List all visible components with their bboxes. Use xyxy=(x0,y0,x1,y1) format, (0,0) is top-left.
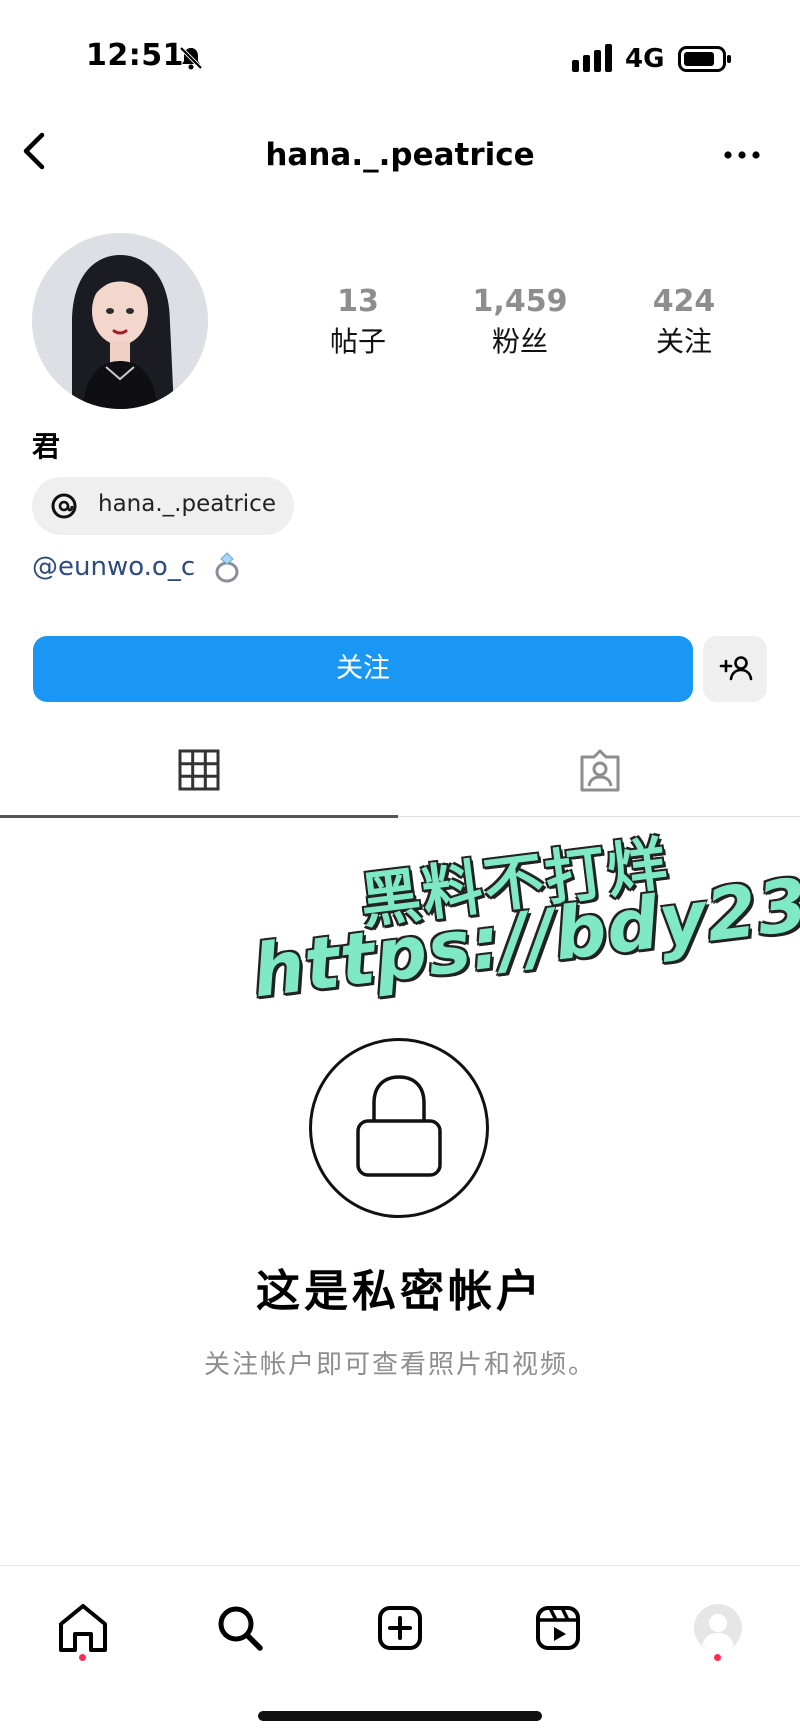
private-lock-badge xyxy=(309,1038,489,1218)
stat-posts-value: 13 xyxy=(337,284,379,319)
bottom-navigation xyxy=(0,1565,800,1735)
nav-reels[interactable] xyxy=(526,1596,590,1660)
reels-icon xyxy=(536,1606,580,1650)
display-name: 君 xyxy=(32,430,61,463)
ring-emoji-icon xyxy=(215,552,239,583)
nav-create[interactable] xyxy=(368,1596,432,1660)
private-account-title: 这是私密帐户 xyxy=(256,1266,544,1317)
bell-muted-icon xyxy=(179,46,203,70)
stat-posts[interactable]: 13 帖子 xyxy=(278,282,438,362)
header-username: hana._.peatrice xyxy=(265,137,535,173)
stat-posts-label: 帖子 xyxy=(329,325,386,358)
signal-icon xyxy=(572,44,612,72)
profile-avatar-icon xyxy=(694,1604,742,1652)
status-time: 12:51 xyxy=(86,38,184,73)
home-icon xyxy=(59,1604,107,1652)
home-indicator[interactable] xyxy=(258,1711,542,1721)
add-user-icon xyxy=(719,656,753,681)
home-notification-dot xyxy=(79,1654,86,1661)
stat-followers-label: 粉丝 xyxy=(491,325,548,358)
tab-posts-grid[interactable] xyxy=(0,725,398,818)
network-type: 4G xyxy=(625,44,665,74)
profile-tabs xyxy=(0,725,800,818)
follow-button[interactable]: 关注 xyxy=(33,636,693,702)
stat-following-value: 424 xyxy=(652,284,716,319)
status-bar: 12:51 4G xyxy=(0,0,800,110)
stat-following[interactable]: 424 关注 xyxy=(604,282,764,362)
watermark-overlay: 黑料不打烊 https://bdy23.co xyxy=(0,830,800,1060)
plus-square-icon xyxy=(378,1606,422,1650)
grid-icon xyxy=(178,749,220,791)
tagged-person-icon xyxy=(580,749,620,792)
battery-icon xyxy=(678,46,731,72)
lock-icon xyxy=(356,1075,442,1177)
tab-tagged[interactable] xyxy=(400,725,798,817)
threads-icon xyxy=(51,493,77,519)
suggested-users-button[interactable] xyxy=(703,636,767,702)
nav-home[interactable] xyxy=(51,1596,115,1660)
bio-mention-link[interactable]: @eunwo.o_c xyxy=(32,552,195,582)
nav-profile[interactable] xyxy=(686,1596,750,1660)
more-options-button[interactable] xyxy=(718,135,766,175)
profile-avatar[interactable] xyxy=(32,233,208,409)
nav-search[interactable] xyxy=(208,1596,272,1660)
search-icon xyxy=(218,1606,263,1651)
profile-notification-dot xyxy=(714,1654,721,1661)
threads-handle: hana._.peatrice xyxy=(98,491,276,517)
more-horizontal-icon xyxy=(724,151,760,159)
stat-followers[interactable]: 1,459 粉丝 xyxy=(440,282,600,362)
stat-following-label: 关注 xyxy=(655,325,712,358)
threads-link[interactable]: hana._.peatrice xyxy=(32,477,294,535)
avatar-illustration xyxy=(32,233,208,409)
private-account-description: 关注帐户即可查看照片和视频。 xyxy=(203,1350,596,1380)
profile-header: hana._.peatrice xyxy=(0,115,800,195)
stat-followers-value: 1,459 xyxy=(472,284,568,319)
